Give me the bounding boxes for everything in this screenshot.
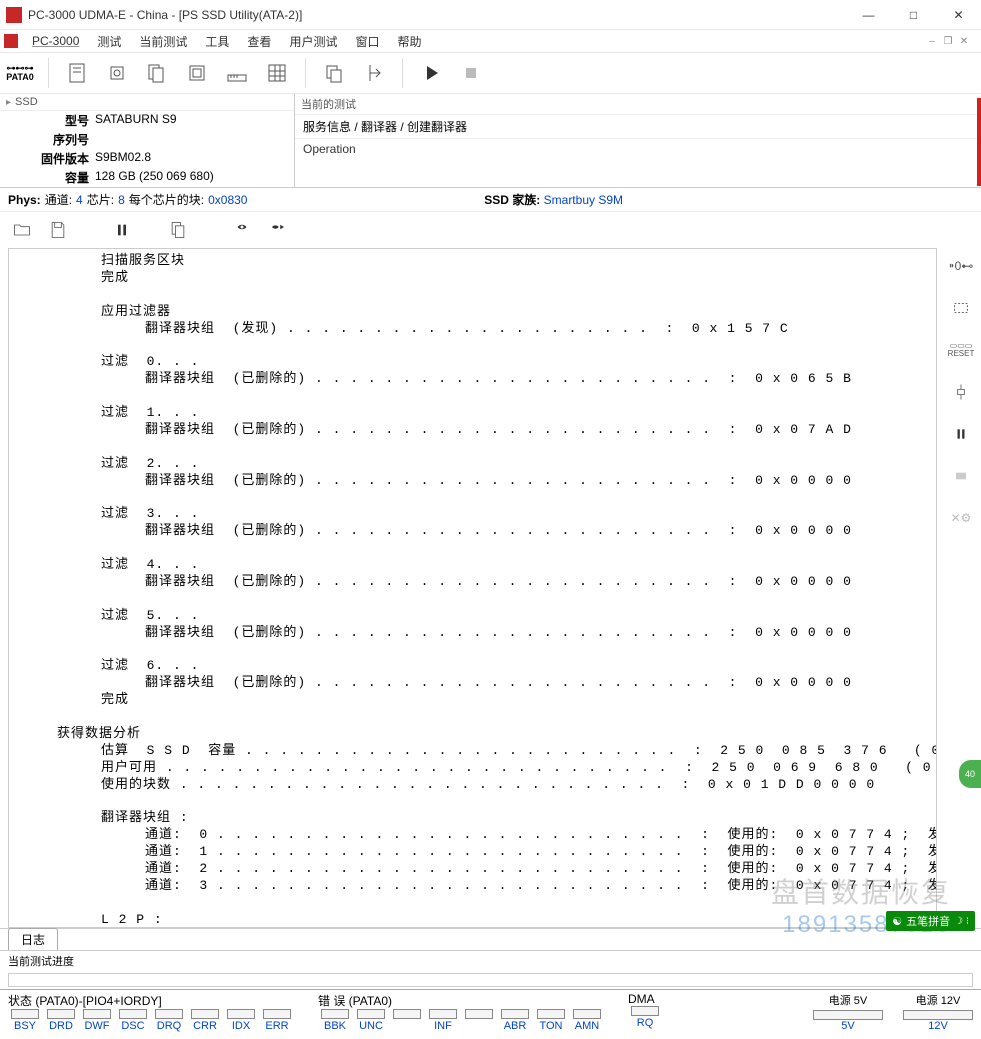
- led-rq: RQ: [628, 1006, 662, 1029]
- led-blank: [462, 1009, 496, 1032]
- menubar: PC-3000 测试 当前测试 工具 查看 用户测试 窗口 帮助 – ❐ ✕: [0, 30, 981, 52]
- document-icon[interactable]: [61, 57, 93, 89]
- mdi-restore[interactable]: ❐: [941, 34, 955, 48]
- capacity-value: 128 GB (250 069 680): [95, 169, 294, 186]
- led-drd: DRD: [44, 1009, 78, 1032]
- processor-icon[interactable]: [949, 464, 973, 488]
- pause-icon[interactable]: [108, 216, 136, 244]
- close-button[interactable]: ✕: [936, 0, 981, 30]
- error-section-label: 错 误 (PATA0): [318, 992, 588, 1009]
- status-bar: 状态 (PATA0)-[PIO4+IORDY] BSYDRDDWFDSCDRQC…: [0, 989, 981, 1032]
- save-icon[interactable]: [44, 216, 72, 244]
- titlebar: PC-3000 UDMA-E - China - [PS SSD Utility…: [0, 0, 981, 30]
- menu-pc3000[interactable]: PC-3000: [24, 32, 87, 50]
- menu-view[interactable]: 查看: [239, 31, 279, 52]
- log-text: 扫描服务区块 完成 应用过滤器 翻译器块组 (发现) . . . . . . .…: [9, 249, 936, 928]
- stop-button[interactable]: [455, 57, 487, 89]
- fw-label: 固件版本: [0, 150, 95, 167]
- main-area: 扫描服务区块 完成 应用过滤器 翻译器块组 (发现) . . . . . . .…: [0, 248, 981, 928]
- chip-tool-icon[interactable]: [949, 296, 973, 320]
- ssd-panel-header[interactable]: ▸SSD: [0, 94, 294, 111]
- operation-label: Operation: [295, 138, 981, 178]
- dma-section-label: DMA: [628, 992, 668, 1006]
- reset-icon[interactable]: ▭▭▭RESET: [949, 338, 973, 362]
- window-title: PC-3000 UDMA-E - China - [PS SSD Utility…: [28, 8, 846, 22]
- ime-indicator[interactable]: ☯五笔拼音☽ ⁝: [886, 911, 975, 931]
- exit-icon[interactable]: [358, 57, 390, 89]
- menu-current-test[interactable]: 当前测试: [131, 31, 195, 52]
- phys-info-line: Phys: 通道:4 芯片:8 每个芯片的块:0x0830 SSD 家族: Sm…: [0, 188, 981, 212]
- menu-window[interactable]: 窗口: [347, 31, 387, 52]
- red-indicator-bar: [977, 98, 981, 186]
- led-err: ERR: [260, 1009, 294, 1032]
- led-ton: TON: [534, 1009, 568, 1032]
- pause-side-icon[interactable]: [949, 422, 973, 446]
- led-crr: CRR: [188, 1009, 222, 1032]
- log-pane[interactable]: 扫描服务区块 完成 应用过滤器 翻译器块组 (发现) . . . . . . .…: [8, 248, 937, 928]
- led-dsc: DSC: [116, 1009, 150, 1032]
- mdi-close[interactable]: ✕: [957, 34, 971, 48]
- led-amn: AMN: [570, 1009, 604, 1032]
- led-unc: UNC: [354, 1009, 388, 1032]
- pata-port-button[interactable]: ⊶⊷⊶PATA0: [4, 57, 36, 89]
- power-12v: 电源 12V 12V: [903, 992, 973, 1032]
- minimize-button[interactable]: —: [846, 0, 891, 30]
- fw-value: S9BM02.8: [95, 150, 294, 167]
- model-value: SATABURN S9: [95, 112, 294, 129]
- led-idx: IDX: [224, 1009, 258, 1032]
- serial-label: 序列号: [0, 131, 95, 148]
- green-badge[interactable]: 40: [959, 760, 981, 788]
- ruler-icon[interactable]: [221, 57, 253, 89]
- power-icon[interactable]: ⁍0⊷: [949, 254, 973, 278]
- status-section-label: 状态 (PATA0)-[PIO4+IORDY]: [8, 992, 278, 1009]
- menu-tools[interactable]: 工具: [197, 31, 237, 52]
- copy-icon[interactable]: [318, 57, 350, 89]
- progress-label: 当前测试进度: [0, 950, 981, 971]
- serial-value: [95, 131, 294, 148]
- find-icon[interactable]: [228, 216, 256, 244]
- led-abr: ABR: [498, 1009, 532, 1032]
- module-icon[interactable]: [181, 57, 213, 89]
- log-toolbar: [0, 212, 981, 248]
- chip-icon[interactable]: [101, 57, 133, 89]
- info-panel: ▸SSD 型号SATABURN S9 序列号 固件版本S9BM02.8 容量12…: [0, 94, 981, 188]
- led-bbk: BBK: [318, 1009, 352, 1032]
- led-bsy: BSY: [8, 1009, 42, 1032]
- led-dwf: DWF: [80, 1009, 114, 1032]
- main-toolbar: ⊶⊷⊶PATA0: [0, 52, 981, 94]
- side-toolbar: ⁍0⊷ ▭▭▭RESET ✕⚙: [941, 248, 981, 928]
- menu-test[interactable]: 测试: [89, 31, 129, 52]
- open-icon[interactable]: [8, 216, 36, 244]
- find-next-icon[interactable]: [264, 216, 292, 244]
- mdi-minimize[interactable]: –: [925, 34, 939, 48]
- capacity-label: 容量: [0, 169, 95, 186]
- error-leds: BBKUNC INF ABRTONAMN: [318, 1009, 628, 1032]
- dma-leds: RQ: [628, 1006, 708, 1029]
- status-leds: BSYDRDDWFDSCDRQCRRIDXERR: [8, 1009, 318, 1032]
- led-inf: INF: [426, 1009, 460, 1032]
- led-drq: DRQ: [152, 1009, 186, 1032]
- copy-log-icon[interactable]: [164, 216, 192, 244]
- tab-bar: 日志: [0, 928, 981, 950]
- pages-icon[interactable]: [141, 57, 173, 89]
- power-5v: 电源 5V 5V: [813, 992, 883, 1032]
- menu-help[interactable]: 帮助: [389, 31, 429, 52]
- connector-icon[interactable]: [949, 380, 973, 404]
- app-icon: [6, 7, 22, 23]
- app-icon-small: [4, 34, 18, 48]
- play-button[interactable]: [415, 57, 447, 89]
- maximize-button[interactable]: □: [891, 0, 936, 30]
- breadcrumb: 服务信息 / 翻译器 / 创建翻译器: [295, 115, 981, 138]
- model-label: 型号: [0, 112, 95, 129]
- menu-user-test[interactable]: 用户测试: [281, 31, 345, 52]
- led-blank: [390, 1009, 424, 1032]
- settings-icon[interactable]: ✕⚙: [949, 506, 973, 530]
- current-test-header: 当前的测试: [295, 94, 981, 115]
- tab-log[interactable]: 日志: [8, 928, 58, 950]
- progress-bar: [8, 973, 973, 987]
- grid-icon[interactable]: [261, 57, 293, 89]
